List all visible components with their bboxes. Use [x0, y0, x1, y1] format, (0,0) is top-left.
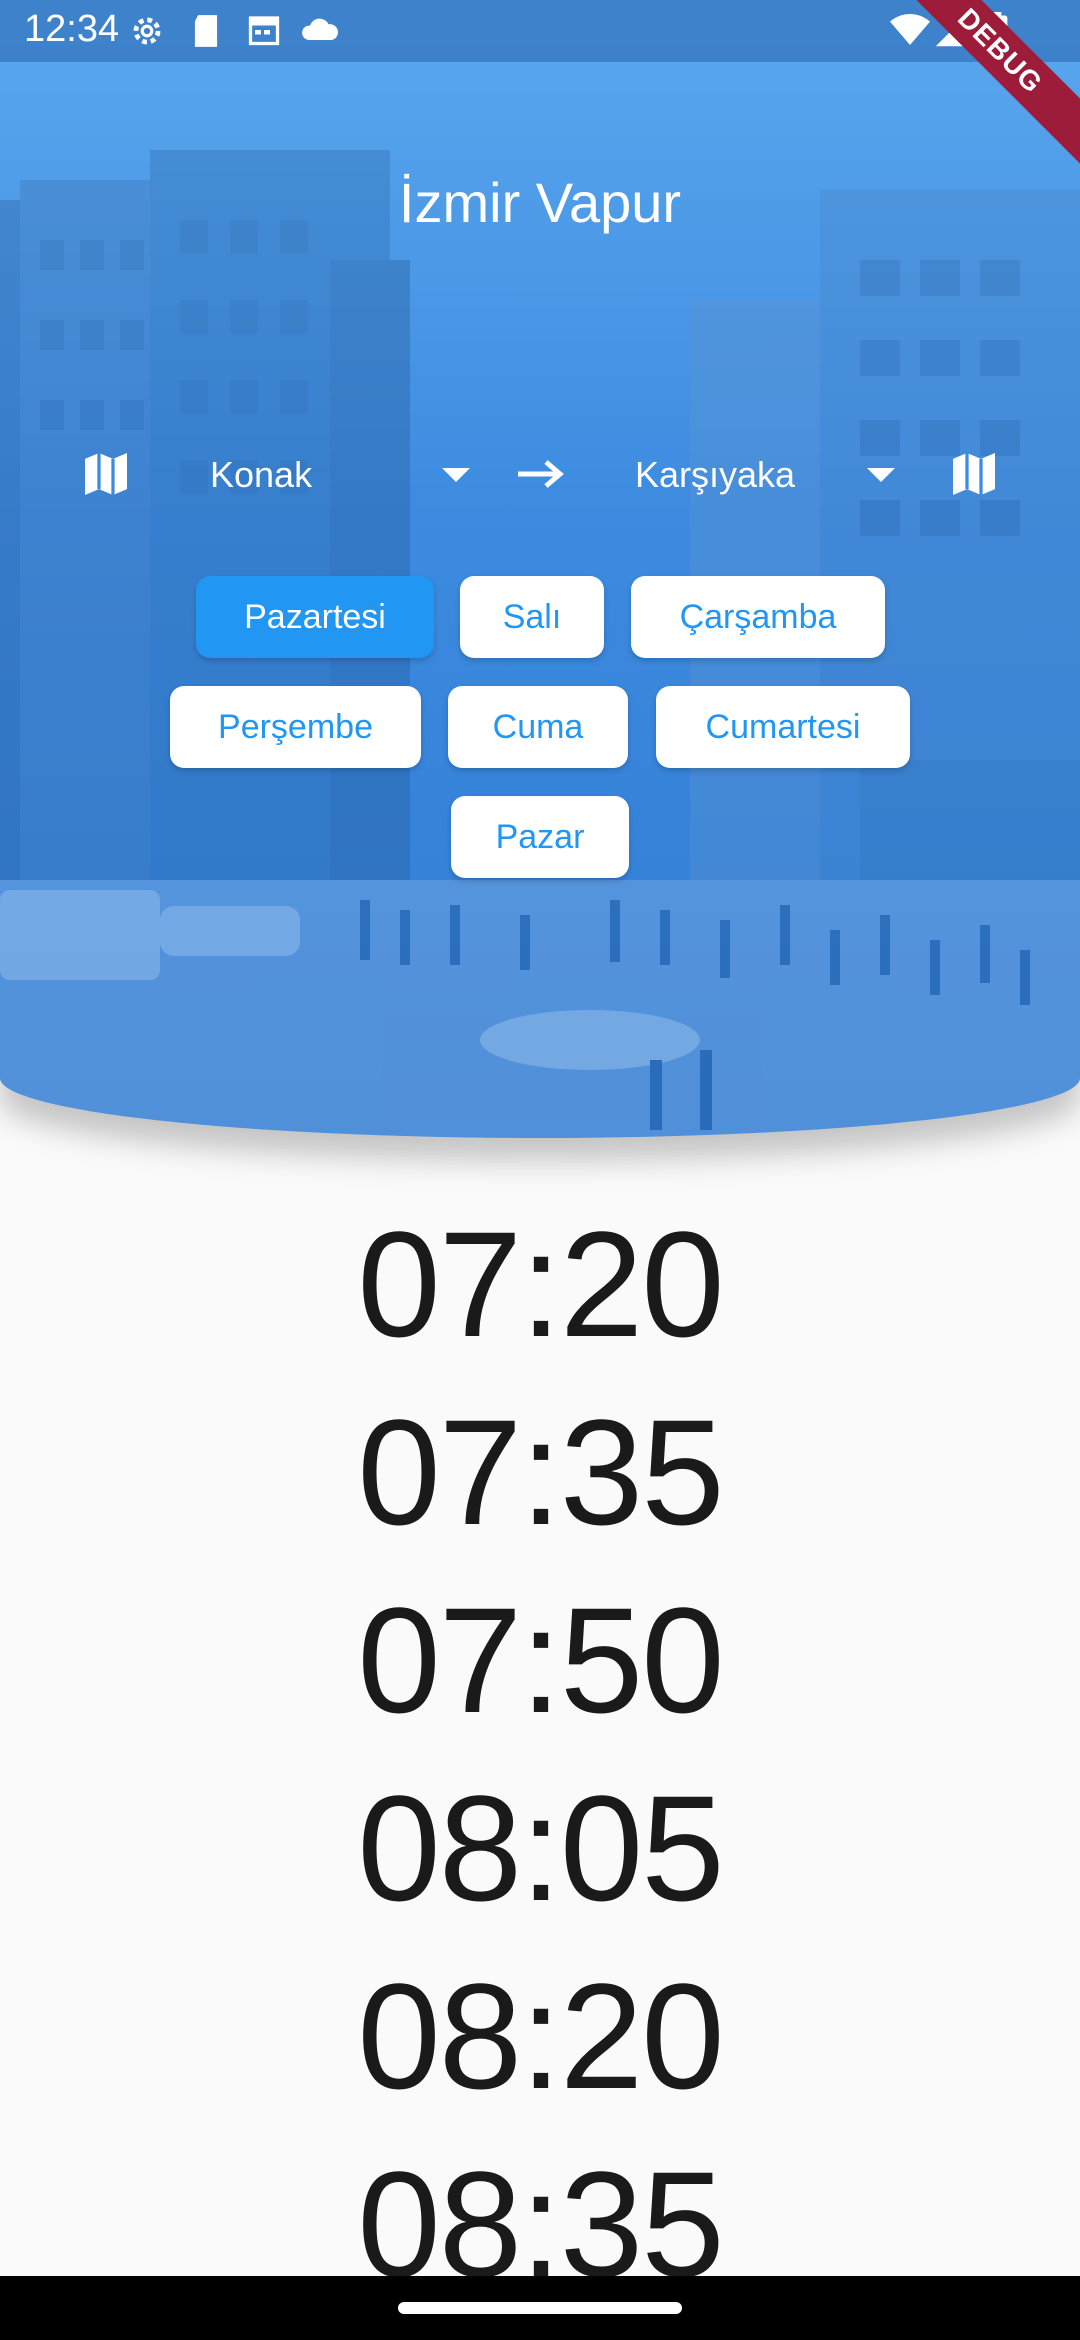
gear-icon [133, 17, 161, 45]
header-banner: İzmir Vapur Konak Karşıyaka Pazartesi Sa… [0, 0, 1080, 1138]
calendar-icon [248, 16, 280, 46]
departure-times-list: 07:20 07:35 07:50 08:05 08:20 08:35 [0, 1190, 1080, 2318]
app-title: İzmir Vapur [398, 171, 682, 234]
system-navigation-bar [0, 2276, 1080, 2340]
sd-card-icon [194, 15, 218, 47]
departure-time: 07:35 [357, 1388, 724, 1556]
day-chip-sali[interactable]: Salı [460, 576, 604, 658]
departure-time: 07:20 [357, 1200, 724, 1368]
map-icon[interactable] [946, 446, 1002, 502]
day-chip-pazar[interactable]: Pazar [451, 796, 629, 878]
map-icon[interactable] [78, 446, 134, 502]
from-station-dropdown[interactable]: Konak [210, 440, 470, 510]
departure-time: 07:50 [357, 1576, 724, 1744]
day-chip-persembe[interactable]: Perşembe [170, 686, 421, 768]
chevron-down-icon [867, 468, 895, 482]
home-gesture-handle[interactable] [398, 2302, 682, 2314]
day-chip-pazartesi[interactable]: Pazartesi [196, 576, 434, 658]
day-chip-cuma[interactable]: Cuma [448, 686, 628, 768]
from-station-value: Konak [210, 454, 313, 495]
status-time: 12:34 [24, 8, 120, 50]
arrow-right-icon [518, 460, 564, 488]
cloud-icon [302, 18, 338, 40]
to-station-dropdown[interactable]: Karşıyaka [635, 440, 895, 510]
status-bar: 12:34 [0, 0, 1080, 62]
day-chip-carsamba[interactable]: Çarşamba [631, 576, 885, 658]
wifi-icon [890, 14, 930, 45]
departure-time: 08:05 [357, 1764, 724, 1932]
chevron-down-icon [442, 468, 470, 482]
departure-time: 08:20 [357, 1952, 724, 2120]
day-chip-cumartesi[interactable]: Cumartesi [656, 686, 910, 768]
to-station-value: Karşıyaka [635, 454, 796, 495]
route-selector: Konak Karşıyaka [0, 440, 1080, 510]
